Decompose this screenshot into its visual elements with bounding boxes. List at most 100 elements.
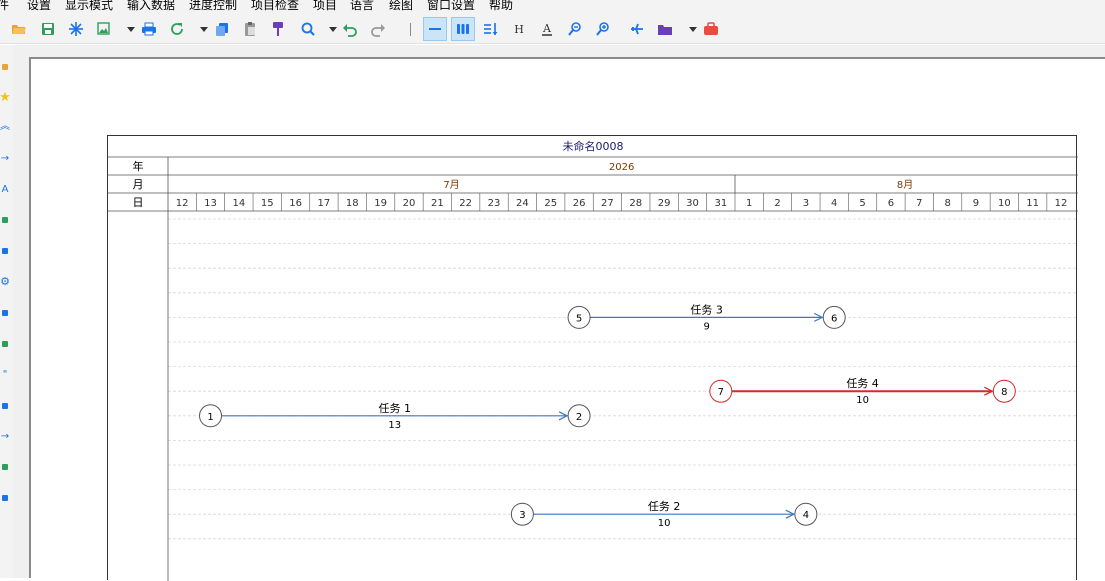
snowflake-button[interactable] [64, 17, 88, 41]
font-color-button[interactable]: A [535, 17, 559, 41]
arrow-right-icon[interactable]: → [0, 153, 10, 165]
pen-icon[interactable] [0, 214, 10, 226]
save-button[interactable] [36, 17, 60, 41]
menu-bar: 件 设置 显示模式 输入数据 进度控制 项目检查 项目 语言 绘图 窗口设置 帮助 [0, 0, 1105, 14]
gantt-chart: 未命名0008 年月日 2026 7月 8月 12 13 14 15 16 17 18 19 20 21 22… [107, 135, 1078, 581]
day-label: 30 [686, 198, 699, 209]
folder-button[interactable] [653, 17, 677, 41]
drawing-canvas[interactable]: 未命名0008 年月日 2026 7月 8月 12 13 14 15 16 17 18 19 20 21 22… [29, 57, 1105, 581]
menu-item[interactable]: 显示模式 [65, 0, 113, 13]
day-label: 15 [261, 198, 274, 209]
month-label: 8月 [897, 179, 913, 191]
gantt-chart-svg: 未命名0008年月日20267月 8月12 13 14 15 16 17 18 19 20 21 22… [108, 139, 1078, 581]
airplane-icon [631, 23, 643, 35]
chart-title: 未命名0008 [563, 139, 624, 153]
pencil-icon[interactable] [0, 492, 10, 504]
folder-icon [658, 25, 672, 35]
menu-item[interactable]: 项目检查 [251, 0, 299, 13]
letter-a-icon[interactable]: A [0, 184, 10, 196]
paste-icon [245, 22, 255, 36]
task-duration: 13 [388, 420, 401, 431]
day-label: 12 [176, 198, 189, 209]
menu-item[interactable]: 语言 [350, 0, 374, 13]
search-button[interactable] [296, 17, 320, 41]
day-label: 4 [831, 198, 837, 209]
day-label: 31 [714, 198, 727, 209]
chevron-down-icon[interactable] [200, 27, 208, 32]
open-folder-button[interactable] [7, 17, 31, 41]
menu-item[interactable]: 窗口设置 [427, 0, 475, 13]
menu-item[interactable]: 进度控制 [189, 0, 237, 13]
arrow-right-icon[interactable]: → [0, 431, 10, 443]
node-number: 7 [718, 387, 724, 398]
chevron-down-icon[interactable] [689, 27, 697, 32]
menu-item[interactable]: 件 [0, 0, 9, 13]
save-icon [42, 23, 54, 35]
sort-icon [484, 23, 498, 35]
redo-button[interactable] [366, 17, 390, 41]
node-number: 1 [207, 412, 213, 423]
day-label: 26 [573, 198, 586, 209]
day-label: 22 [459, 198, 472, 209]
search-icon [301, 22, 315, 36]
menu-item[interactable]: 输入数据 [127, 0, 175, 13]
format-brush-button[interactable] [266, 17, 290, 41]
sort-arrows-icon[interactable] [0, 307, 10, 319]
day-row-label: 日 [133, 196, 144, 209]
menu-item[interactable]: 项目 [313, 0, 337, 13]
task-name: 任务 2 [648, 500, 681, 513]
task-name: 任务 1 [379, 402, 412, 415]
star-icon[interactable]: ★ [0, 92, 10, 104]
chevron-down-icon[interactable] [127, 27, 135, 32]
undo-button[interactable] [338, 17, 362, 41]
print-button[interactable] [137, 17, 161, 41]
refresh-button[interactable] [165, 17, 189, 41]
day-label: 5 [859, 198, 865, 209]
menu-item[interactable]: 绘图 [389, 0, 413, 13]
gear-icon[interactable]: ⚙ [0, 276, 10, 288]
day-label: 12 [1055, 198, 1068, 209]
single-line-view-button[interactable] [423, 17, 447, 41]
day-label: 25 [544, 198, 557, 209]
multi-bar-view-button[interactable] [451, 17, 475, 41]
zoom-in-button[interactable] [591, 17, 615, 41]
toolbox-button[interactable] [699, 17, 723, 41]
day-label: 19 [374, 198, 387, 209]
node-number: 2 [576, 412, 582, 423]
chart-icon[interactable] [0, 461, 10, 473]
day-label: 28 [629, 198, 642, 209]
print-icon [142, 22, 156, 36]
zoom-out-button[interactable] [563, 17, 587, 41]
copy-icon [216, 23, 228, 36]
open-folder-icon [12, 25, 26, 34]
people-icon[interactable] [0, 338, 10, 350]
zoom-out-icon [568, 22, 581, 36]
refresh-icon [171, 23, 183, 35]
dots-icon[interactable] [0, 245, 10, 257]
day-label: 27 [601, 198, 614, 209]
svg-text:H: H [514, 23, 524, 36]
day-label: 13 [204, 198, 217, 209]
sort-button[interactable] [479, 17, 503, 41]
day-label: 2 [774, 198, 780, 209]
node-number: 4 [803, 510, 809, 521]
task-duration: 10 [658, 518, 671, 529]
airplane-button[interactable] [625, 17, 649, 41]
multi-bar-view-icon [457, 24, 469, 34]
menu-item[interactable]: 帮助 [489, 0, 513, 13]
quote-icon[interactable]: " [0, 369, 10, 381]
double-chevron-icon[interactable]: ︽ [0, 121, 10, 133]
redo-icon [371, 24, 385, 37]
day-label: 29 [658, 198, 671, 209]
paste-button[interactable] [238, 17, 262, 41]
image-export-button[interactable] [92, 17, 116, 41]
task-duration: 9 [703, 321, 709, 332]
day-label: 17 [318, 198, 331, 209]
image-export-icon [97, 22, 110, 35]
menu-item[interactable]: 设置 [27, 0, 51, 13]
flag-icon[interactable] [0, 61, 10, 73]
copy-button[interactable] [210, 17, 234, 41]
height-button[interactable]: H [507, 17, 531, 41]
chevron-down-icon[interactable] [329, 27, 337, 32]
list-icon[interactable] [0, 400, 10, 412]
